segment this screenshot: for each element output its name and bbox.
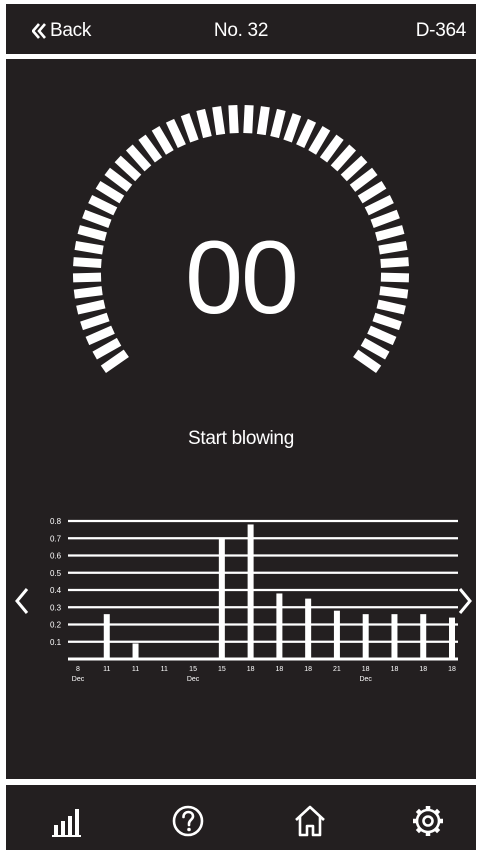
gauge-segment xyxy=(92,337,122,360)
x-tick-label: 11 xyxy=(161,666,168,673)
x-tick-label: 18 xyxy=(391,666,399,673)
chart-bar xyxy=(276,593,283,659)
history-chart: 0.1 0.2 0.3 0.4 0.5 0.6 0.7 0.8 8 11 11 11 15 15 18 18 1… xyxy=(50,517,458,683)
chart-bar xyxy=(449,617,455,659)
gauge-value: 00 xyxy=(185,220,299,336)
gauge-segment xyxy=(138,134,163,163)
gauge-segment xyxy=(319,134,344,163)
y-tick-label: 0.8 xyxy=(50,517,62,526)
chart-prev-button[interactable] xyxy=(12,586,32,616)
x-tick-label: 18 xyxy=(275,666,283,673)
x-month-label: Dec xyxy=(187,676,200,683)
gauge-segment xyxy=(349,167,378,192)
gauge-segment xyxy=(228,104,239,134)
gauge-segment xyxy=(243,104,254,134)
gauge-segment xyxy=(151,126,174,155)
gauge-segment xyxy=(212,106,226,136)
x-tick-label: 18 xyxy=(362,666,370,673)
chart-bar xyxy=(132,643,139,659)
gauge-segment xyxy=(340,155,368,182)
y-tick-label: 0.1 xyxy=(50,638,62,647)
gauge-segment xyxy=(180,113,199,143)
x-tick-label: 11 xyxy=(132,666,139,673)
settings-icon xyxy=(413,806,443,836)
chart-bar xyxy=(391,614,398,659)
chevron-left-icon xyxy=(15,588,29,614)
gauge-segment xyxy=(270,108,286,139)
x-tick-label: 18 xyxy=(304,666,312,673)
gauge-segment xyxy=(100,349,129,374)
x-month-label: Dec xyxy=(72,676,85,683)
gauge-segment xyxy=(367,325,397,346)
gauge-segment xyxy=(357,180,387,204)
gauge-segment xyxy=(308,126,331,155)
bottom-nav xyxy=(6,785,476,850)
gauge-segment xyxy=(360,337,390,360)
page-title: No. 32 xyxy=(213,20,269,41)
x-tick-label: 11 xyxy=(103,666,110,673)
chart-bar xyxy=(420,614,427,659)
gauge-segment xyxy=(85,325,115,346)
gauge-segment xyxy=(256,106,270,136)
chevron-right-icon xyxy=(458,588,472,614)
chart-next-button[interactable] xyxy=(455,586,475,616)
gauge-segment xyxy=(330,144,357,172)
gauge-segment xyxy=(283,113,302,143)
x-tick-label: 8 xyxy=(76,666,80,673)
chart-bar xyxy=(218,538,225,659)
x-tick-label: 18 xyxy=(419,666,427,673)
y-tick-label: 0.3 xyxy=(50,603,62,612)
y-tick-label: 0.6 xyxy=(50,552,62,561)
device-id: D-364 xyxy=(415,20,467,41)
settings-button[interactable] xyxy=(410,803,446,839)
gauge-segment xyxy=(165,118,186,149)
chart-bar xyxy=(103,614,110,659)
y-tick-label: 0.4 xyxy=(50,586,62,595)
chart-bar xyxy=(333,610,340,659)
gauge-segment xyxy=(114,155,142,182)
home-icon xyxy=(295,805,325,837)
chart-bar xyxy=(305,598,312,659)
gauge-segment xyxy=(196,108,212,139)
gauge-segment xyxy=(125,144,152,172)
y-tick-label: 0.2 xyxy=(50,621,62,630)
y-tick-label: 0.7 xyxy=(50,534,62,543)
chart-bar xyxy=(362,614,369,659)
gauge-segment xyxy=(370,209,400,229)
gauge-segment xyxy=(95,180,125,204)
x-tick-label: 21 xyxy=(333,666,341,673)
status-text: Start blowing xyxy=(188,428,294,449)
stats-button[interactable] xyxy=(50,803,86,839)
chart-bar xyxy=(247,524,254,659)
home-button[interactable] xyxy=(292,803,328,839)
x-tick-label: 15 xyxy=(189,666,197,673)
app-screen: Back No. 32 D-364 00 Start blowing 0.1 0.… xyxy=(6,4,476,850)
gauge-segment xyxy=(82,209,112,229)
help-icon xyxy=(172,805,204,837)
gauge-segment xyxy=(88,195,118,216)
x-tick-label: 18 xyxy=(448,666,456,673)
gauge-segment xyxy=(104,167,133,192)
header-bar: Back No. 32 D-364 xyxy=(6,4,476,56)
x-month-label: Dec xyxy=(359,676,372,683)
gauge-segment xyxy=(296,118,317,149)
y-tick-label: 0.5 xyxy=(50,569,62,578)
bar-chart-icon xyxy=(52,809,81,837)
help-button[interactable] xyxy=(170,803,206,839)
x-tick-label: 18 xyxy=(247,666,255,673)
x-tick-label: 15 xyxy=(218,666,226,673)
gauge-segment xyxy=(353,349,382,374)
gauge-segment xyxy=(364,195,394,216)
